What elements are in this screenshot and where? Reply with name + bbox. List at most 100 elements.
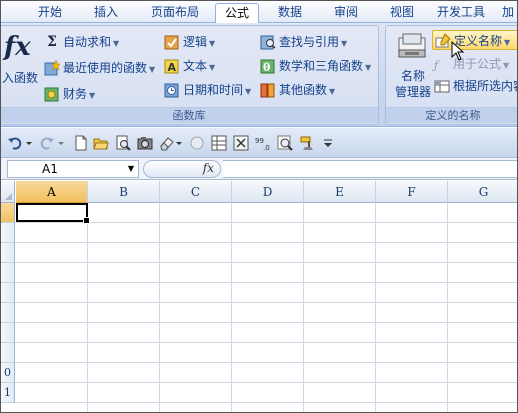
redo-icon[interactable] [39,135,55,151]
zoom-icon[interactable] [277,135,293,151]
eraser-icon[interactable] [159,135,175,151]
table-grid-icon[interactable] [211,135,227,151]
tab-insert[interactable]: 插入 [79,3,133,23]
create-from-selection-button[interactable]: 根据所选内容 [434,76,517,96]
fx-icon[interactable]: fx [203,161,214,175]
svg-text:A: A [168,61,177,74]
datetime-book-icon [164,82,180,98]
gridline [15,342,517,343]
define-name-button[interactable]: 定义名称 ▼ [432,30,517,50]
redo-dropdown-icon[interactable] [57,135,73,151]
insert-function-icon[interactable]: fx [4,32,31,62]
autosum-button[interactable]: Σ 自动求和 ▼ [44,32,119,52]
dropdown-arrow-icon: ▼ [149,65,156,74]
math-label: 数学和三角函数 [279,59,364,73]
column-header-a[interactable]: A [16,181,88,203]
camera-icon[interactable] [137,135,153,151]
tab-view[interactable]: 视图 [375,3,429,23]
mouse-pointer-icon [451,41,465,61]
dropdown-arrow-icon: ▼ [89,91,96,100]
row-header[interactable] [1,283,15,303]
tab-data[interactable]: 数据 [263,3,317,23]
tab-home[interactable]: 开始 [23,3,77,23]
logical-label: 逻辑 [183,35,208,49]
row-header[interactable] [1,343,15,363]
active-cell-a1[interactable] [16,203,90,224]
gridline [15,242,517,243]
dropdown-arrow-icon: ▼ [209,63,216,72]
use-in-formula-button[interactable]: ƒ 用于公式 ▼ [434,54,509,74]
name-manager-label-line2[interactable]: 管理器 [388,84,438,100]
column-header-f[interactable]: F [376,181,448,203]
tab-page-layout[interactable]: 页面布局 [137,3,213,23]
lookup-book-icon [260,34,276,50]
row-header[interactable]: 0 [1,363,15,383]
row-header[interactable] [1,263,15,283]
tab-developer[interactable]: 开发工具 [429,3,493,23]
formula-input[interactable] [223,160,517,178]
insert-function-pill[interactable]: fx [143,160,221,178]
column-header-b[interactable]: B [88,181,160,203]
datetime-label: 日期和时间 [183,83,244,97]
column-header-e[interactable]: E [304,181,376,203]
row-header[interactable] [1,243,15,263]
column-header-g[interactable]: G [448,181,517,203]
name-box-dropdown-icon[interactable]: ▼ [128,161,134,177]
row-header[interactable] [1,323,15,343]
gridline [15,362,517,363]
tab-addins[interactable]: 加 [497,3,517,23]
recent-functions-button[interactable]: 最近使用的函数 ▼ [44,58,155,78]
worksheet-grid[interactable]: A B C D E F G 0 1 [1,181,517,412]
name-box[interactable]: A1 ▼ [7,160,139,178]
math-book-icon: θ [260,58,276,74]
open-folder-icon[interactable] [93,135,109,151]
formula-bar: A1 ▼ fx [1,158,517,180]
financial-button[interactable]: 财务 ▼ [44,84,95,104]
dropdown-arrow-icon: ▼ [113,39,120,48]
math-button[interactable]: θ 数学和三角函数 ▼ [260,56,371,76]
row-header[interactable] [1,223,15,243]
gridline [15,302,517,303]
undo-icon[interactable] [7,135,23,151]
gridline [375,203,376,412]
use-in-formula-icon: ƒ [434,58,439,72]
logical-button[interactable]: 逻辑 ▼ [164,32,215,52]
row-header[interactable] [1,303,15,323]
text-button[interactable]: A 文本 ▼ [164,56,215,76]
insert-function-label[interactable]: 入函数 [1,70,40,86]
text-label: 文本 [183,59,208,73]
function-library-group-label: 函数库 [1,107,378,123]
tab-review[interactable]: 审阅 [319,3,373,23]
dropdown-arrow-icon: ▼ [503,61,510,70]
gridline [15,282,517,283]
dropdown-arrow-icon: ▼ [365,63,372,72]
gridline [15,222,517,223]
datetime-button[interactable]: 日期和时间 ▼ [164,80,251,100]
defined-names-group: 名称 管理器 定义名称 ▼ ƒ 用于公式 ▼ 根据所选内容 定义的名称 [385,25,517,125]
gridline [231,203,232,412]
customize-qat-icon[interactable] [323,135,339,151]
select-all-corner[interactable] [1,181,15,203]
print-preview-icon[interactable] [115,135,131,151]
ribbon-tab-bar: 开始 插入 页面布局 公式 数据 审阅 视图 开发工具 加 [1,1,517,24]
name-manager-label-line1[interactable]: 名称 [388,68,438,84]
other-functions-button[interactable]: 其他函数 ▼ [260,80,335,100]
row-header[interactable] [1,203,15,223]
lookup-button[interactable]: 查找与引用 ▼ [260,32,347,52]
column-header-c[interactable]: C [160,181,232,203]
other-functions-label: 其他函数 [279,83,328,97]
circle-shape-icon[interactable] [189,135,205,151]
excel-window: 开始 插入 页面布局 公式 数据 审阅 视图 开发工具 加 fx 入函数 Σ 自动… [0,0,518,413]
svg-text:.0: .0 [263,144,270,151]
column-header-d[interactable]: D [232,181,304,203]
row-header[interactable]: 1 [1,383,15,403]
close-box-icon[interactable] [233,135,249,151]
name-manager-icon[interactable] [396,32,430,62]
gridline [159,203,160,412]
decimal-format-icon[interactable]: 99.0 [255,135,271,151]
new-document-icon[interactable] [73,135,89,151]
gridline [15,262,517,263]
tab-formulas[interactable]: 公式 [215,3,259,24]
star-icon [44,58,61,76]
format-painter-icon[interactable] [299,135,315,151]
